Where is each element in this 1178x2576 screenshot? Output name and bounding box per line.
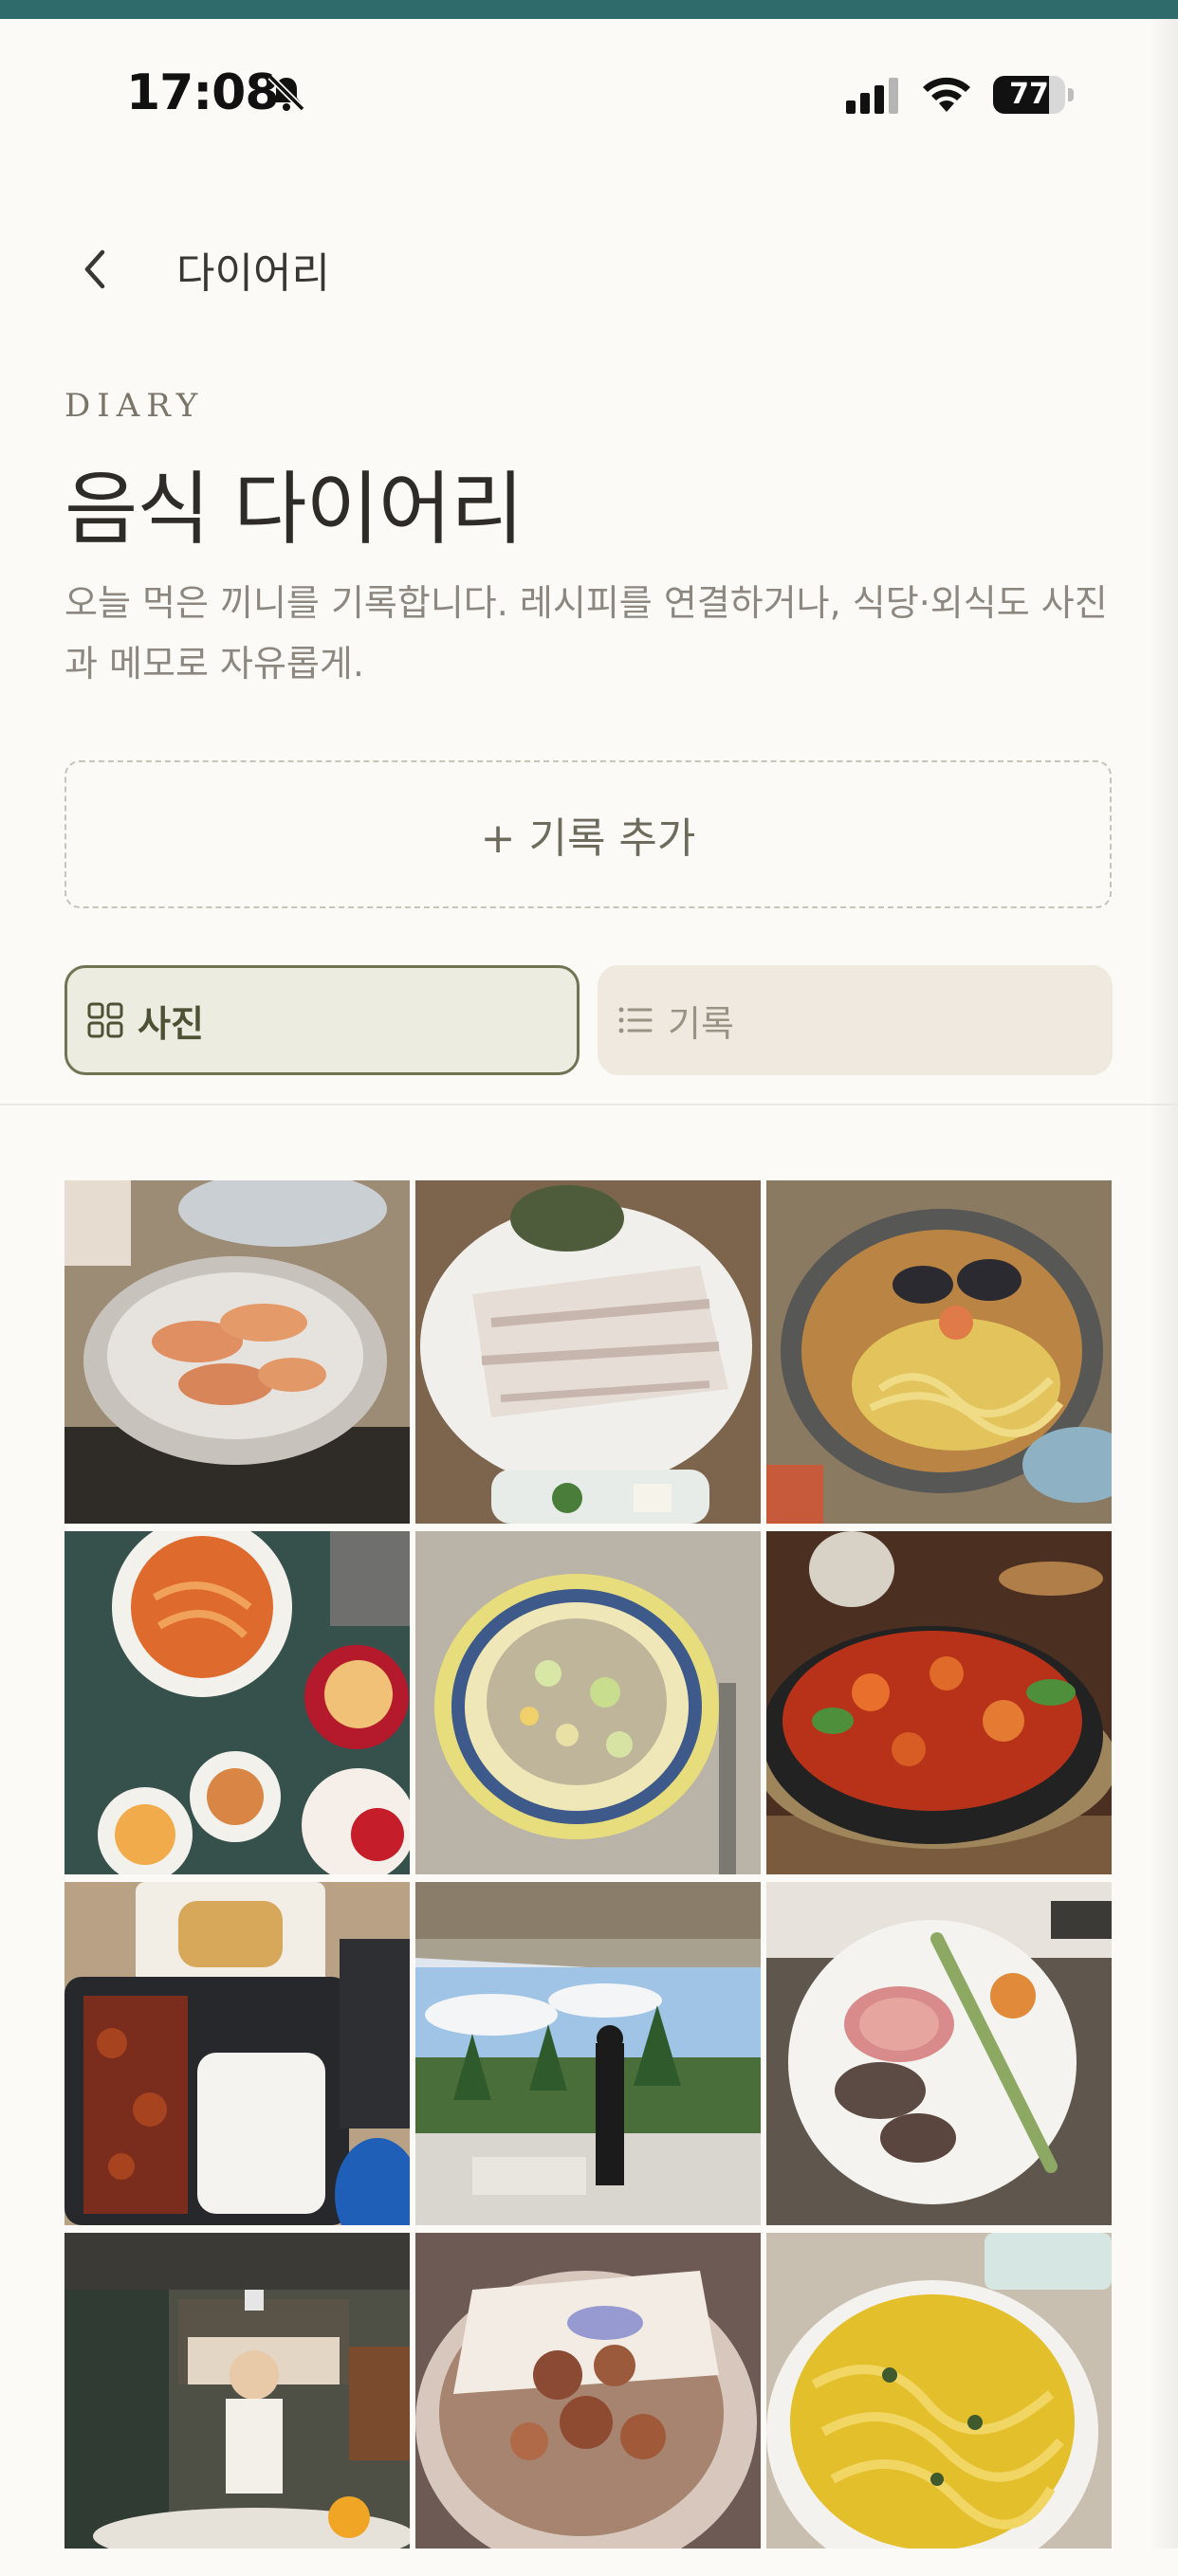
status-time: 17:08: [126, 64, 280, 121]
photo-thumbnail[interactable]: [415, 2233, 761, 2576]
section-eyebrow: DIARY: [64, 387, 205, 425]
header-title: 다이어리: [176, 249, 330, 298]
page-description: 오늘 먹은 끼니를 기록합니다. 레시피를 연결하거나, 식당·외식도 사진과 …: [64, 582, 1108, 685]
photo-thumbnail[interactable]: [415, 1531, 761, 1874]
photo-thumbnail[interactable]: [766, 1531, 1112, 1874]
page-title: 음식 다이어리: [64, 463, 524, 556]
photo-thumbnail[interactable]: [415, 1180, 761, 1524]
photo-thumbnail[interactable]: [766, 1882, 1112, 2225]
photo-thumbnail[interactable]: [64, 1882, 410, 2225]
grid-icon: [87, 1002, 123, 1038]
photo-thumbnail[interactable]: [64, 1180, 410, 1524]
top-band: [0, 0, 1178, 19]
photo-view-label: 사진: [138, 1002, 204, 1045]
photo-thumbnail[interactable]: [64, 2233, 410, 2576]
back-chevron-icon[interactable]: [76, 245, 114, 294]
add-entry-button[interactable]: + 기록 추가: [64, 760, 1112, 908]
bell-muted-icon: [267, 74, 305, 112]
photo-thumbnail[interactable]: [64, 1531, 410, 1874]
cellular-signal-icon: [846, 78, 898, 114]
battery-indicator: 77: [993, 76, 1075, 114]
section-divider: [0, 1104, 1178, 1105]
record-view-label: 기록: [668, 1002, 734, 1045]
edge-shade: [1150, 19, 1178, 2549]
photo-view-toggle[interactable]: 사진: [64, 965, 580, 1075]
record-view-toggle[interactable]: 기록: [598, 965, 1113, 1075]
photo-thumbnail[interactable]: [766, 1180, 1112, 1524]
wifi-icon: [923, 77, 970, 112]
photo-thumbnail[interactable]: [415, 1882, 761, 2225]
list-icon: [618, 1007, 653, 1033]
photo-thumbnail[interactable]: [766, 2233, 1112, 2576]
photo-grid: [64, 1180, 1112, 2576]
battery-level: 77: [1009, 78, 1049, 111]
